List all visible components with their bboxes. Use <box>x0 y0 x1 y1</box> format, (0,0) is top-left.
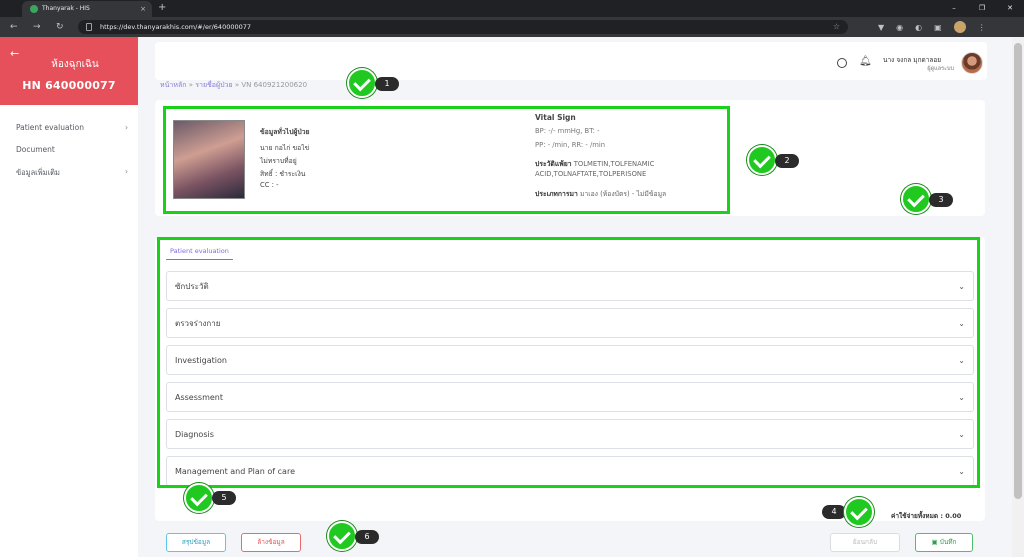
avatar[interactable] <box>961 52 983 74</box>
close-window-button[interactable]: ✕ <box>996 0 1024 17</box>
check-icon <box>347 68 377 98</box>
bell-icon[interactable]: 🔔︎ <box>859 56 872 67</box>
sidebar-toggle-icon[interactable]: ▣ <box>934 23 942 32</box>
chevron-right-icon: › <box>125 167 128 176</box>
sidebar-item-additional-info[interactable]: ข้อมูลเพิ่มเติม › <box>16 167 128 179</box>
address-bar-row: ← → ↻ https://dev.thanyarakhis.com/#/er/… <box>0 17 1024 37</box>
chevron-right-icon: › <box>125 123 128 132</box>
site-favicon-icon <box>30 5 38 13</box>
total-cost: ค่าใช้จ่ายทั้งหมด : 0.00 <box>891 512 962 520</box>
annotation-badge-1: 1 <box>347 68 405 100</box>
badge-number: 5 <box>212 491 236 505</box>
save-icon: ▣ <box>931 538 940 546</box>
breadcrumb-patient-list[interactable]: รายชื่อผู้ป่วย <box>195 81 232 89</box>
window-controls: – ❐ ✕ <box>940 0 1024 17</box>
maximize-button[interactable]: ❐ <box>968 0 996 17</box>
annotation-badge-2: 2 <box>747 145 805 177</box>
scrollbar-thumb[interactable] <box>1014 43 1022 499</box>
url-input[interactable]: https://dev.thanyarakhis.com/#/er/640000… <box>78 20 848 34</box>
summary-button[interactable]: สรุปข้อมูล <box>166 533 226 552</box>
back-icon[interactable]: ← <box>10 17 18 37</box>
highlight-box-patient-info <box>163 106 730 214</box>
profile-avatar[interactable] <box>953 21 966 33</box>
extension-icon[interactable]: ▼ <box>878 23 884 32</box>
sidebar: ← ห้องฉุกเฉิน HN 640000077 Patient evalu… <box>0 37 138 557</box>
browser-tab[interactable]: Thanyarak - HIS × <box>22 1 152 17</box>
sidebar-item-document[interactable]: Document <box>16 145 128 154</box>
lock-icon <box>86 23 92 31</box>
badge-number: 2 <box>775 154 799 168</box>
save-button-label: บันทึก <box>939 538 957 546</box>
sidebar-item-patient-evaluation[interactable]: Patient evaluation › <box>16 123 128 132</box>
check-icon <box>327 521 357 551</box>
extensions-area: ▼ ◉ ◐ ▣ ⋮ <box>878 17 986 37</box>
save-button[interactable]: ▣ บันทึก <box>915 533 973 552</box>
reload-icon[interactable]: ↻ <box>56 17 64 37</box>
annotation-badge-4: 4 <box>820 497 878 529</box>
bookmark-star-icon[interactable]: ☆ <box>833 20 840 34</box>
breadcrumb-separator: » <box>188 81 194 89</box>
new-tab-button[interactable]: + <box>158 0 166 16</box>
back-button[interactable]: ย้อนกลับ <box>830 533 900 552</box>
tab-close-icon[interactable]: × <box>140 1 146 17</box>
annotation-badge-5: 5 <box>184 483 242 515</box>
user-role: ผู้ดูแลระบบ <box>927 66 954 72</box>
user-name: นาง จงกล มุกดาลอย <box>883 56 942 64</box>
badge-number: 6 <box>355 530 379 544</box>
check-icon <box>747 145 777 175</box>
badge-number: 3 <box>929 193 953 207</box>
annotation-badge-6: 6 <box>327 521 385 553</box>
breadcrumb: หน้าหลัก » รายชื่อผู้ป่วย » VN 640921200… <box>160 80 307 91</box>
menu-icon[interactable]: ⋮ <box>978 23 986 32</box>
clear-button[interactable]: ล้างข้อมูล <box>241 533 301 552</box>
sidebar-header: ← ห้องฉุกเฉิน HN 640000077 <box>0 37 138 105</box>
check-icon <box>844 497 874 527</box>
tab-title: Thanyarak - HIS <box>42 5 90 12</box>
breadcrumb-home[interactable]: หน้าหลัก <box>160 81 186 89</box>
sidebar-item-label: Patient evaluation <box>16 123 84 132</box>
badge-number: 1 <box>375 77 399 91</box>
check-icon <box>184 483 214 513</box>
sidebar-item-label: Document <box>16 145 55 154</box>
minimize-button[interactable]: – <box>940 0 968 17</box>
breadcrumb-separator: » <box>234 81 240 89</box>
ward-name: ห้องฉุกเฉิน <box>51 59 99 70</box>
breadcrumb-current: VN 640921200620 <box>241 81 308 89</box>
forward-icon[interactable]: → <box>33 17 41 37</box>
extension-icon[interactable]: ◐ <box>915 23 922 32</box>
annotation-badge-3: 3 <box>901 184 959 216</box>
page-scrollbar[interactable] <box>1012 37 1024 557</box>
extension-icon[interactable]: ◉ <box>896 23 903 32</box>
check-icon <box>901 184 931 214</box>
browser-tab-bar: Thanyarak - HIS × + – ❐ ✕ <box>0 0 1024 17</box>
badge-number: 4 <box>822 505 846 519</box>
highlight-box-evaluation <box>157 237 980 488</box>
hn-number: HN 640000077 <box>22 79 116 92</box>
url-text: https://dev.thanyarakhis.com/#/er/640000… <box>100 23 252 31</box>
top-header: 🔔︎ นาง จงกล มุกดาลอย ผู้ดูแลระบบ <box>155 42 987 80</box>
chat-icon[interactable] <box>837 58 847 68</box>
sidebar-item-label: ข้อมูลเพิ่มเติม <box>16 168 61 177</box>
